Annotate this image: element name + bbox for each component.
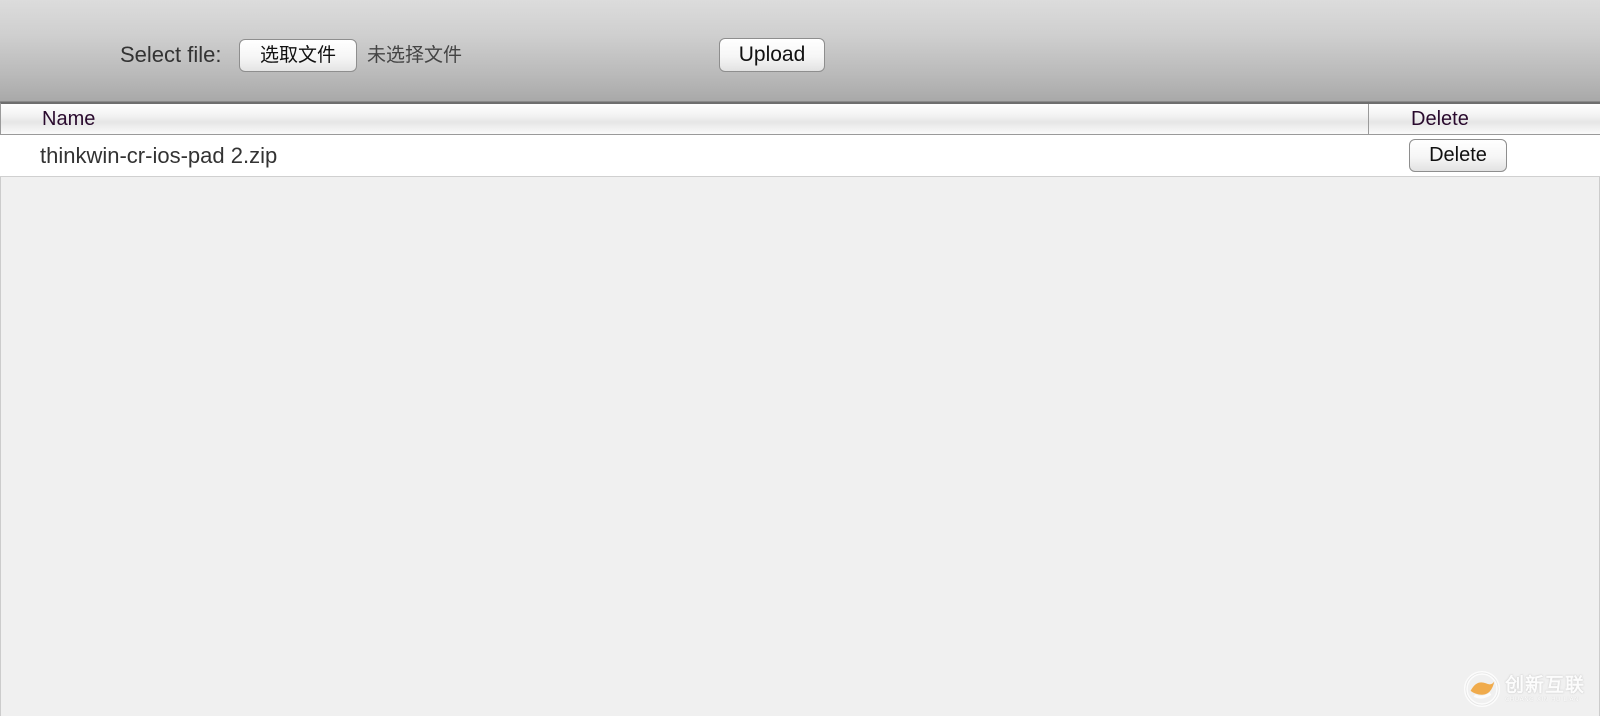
watermark-text-group: 创新互联 CHUANG XIN HU LIAN [1505, 674, 1585, 704]
watermark-subtext: CHUANG XIN HU LIAN [1505, 696, 1580, 703]
watermark-logo: 创新互联 CHUANG XIN HU LIAN [1463, 669, 1585, 709]
column-header-name-label: Name [42, 108, 96, 130]
column-header-name: Name [1, 104, 1369, 135]
delete-button[interactable]: Delete [1409, 139, 1507, 172]
table-header: Name Delete [0, 102, 1600, 135]
file-name-cell: thinkwin-cr-ios-pad 2.zip [40, 143, 278, 168]
logo-icon [1463, 670, 1501, 708]
column-header-delete: Delete [1369, 104, 1600, 135]
no-file-chosen-text: 未选择文件 [367, 44, 463, 66]
select-file-label: Select file: [120, 42, 222, 67]
upload-bar: Select file: 选取文件 未选择文件 Upload [0, 0, 1600, 102]
empty-content-area [0, 177, 1600, 716]
watermark-text: 创新互联 [1505, 674, 1586, 696]
choose-file-button[interactable]: 选取文件 [239, 39, 357, 72]
file-table: Name Delete thinkwin-cr-ios-pad 2.zip De… [0, 102, 1600, 177]
table-row: thinkwin-cr-ios-pad 2.zip Delete [0, 135, 1600, 177]
upload-button[interactable]: Upload [719, 38, 825, 72]
column-header-delete-label: Delete [1411, 108, 1469, 130]
